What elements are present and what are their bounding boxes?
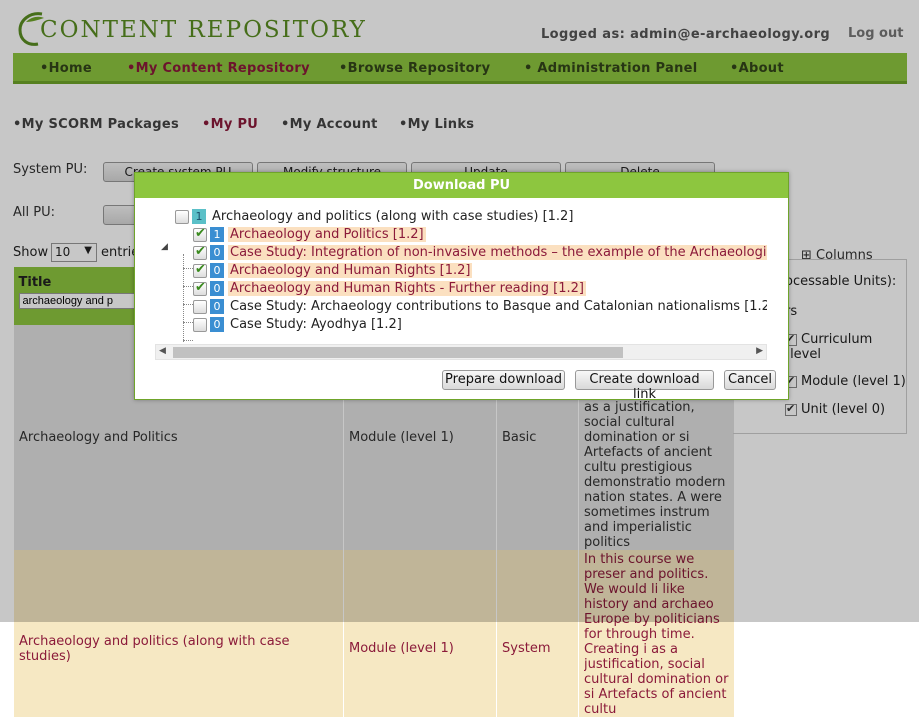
tree-node[interactable]: 0 Archaeology and Human Rights - Further … [193,280,586,297]
scroll-right-icon[interactable]: ▶ [756,346,763,356]
prepare-download-button[interactable]: Prepare download [442,370,565,390]
tree-node-label: Case Study: Archaeology contributions to… [230,299,767,314]
checkbox[interactable] [193,262,207,278]
scrollbar-thumb[interactable] [173,347,623,358]
pu-tree: ◢ 1 Archaeology and politics (along with … [155,206,767,342]
horizontal-scrollbar[interactable]: ◀ ▶ [155,344,767,360]
tree-node-label: Archaeology and Human Rights [1.2] [228,263,473,278]
tree-node-label: Archaeology and Human Rights - Further r… [228,281,586,296]
checkbox[interactable] [175,209,189,224]
tree-branch [183,268,193,269]
level-badge: 0 [210,317,224,332]
tree-branch [183,322,193,323]
level-badge: 0 [210,299,224,314]
dialog-title: Download PU [135,173,788,198]
tree-branch [183,286,193,287]
checkbox[interactable] [193,244,207,260]
tree-node[interactable]: 0 Case Study: Integration of non-invasive… [193,244,767,261]
tree-node-label: Case Study: Integration of non-invasive … [228,245,767,260]
collapse-toggle-icon[interactable]: ◢ [161,242,168,252]
tree-node[interactable]: 0 Case Study: Ayodhya [1.2] [193,317,404,333]
level-badge: 0 [210,263,224,278]
level-badge: 0 [210,281,224,296]
level-badge: 1 [192,209,206,224]
tree-node[interactable]: 0 Case Study: Archaeology contributions t… [193,299,767,315]
tree-branch [183,340,193,341]
tree-node-label: Archaeology and Politics [1.2] [228,227,426,242]
checkbox[interactable] [193,317,207,332]
cancel-button[interactable]: Cancel [724,370,776,390]
tree-node[interactable]: 0 Archaeology and Human Rights [1.2] [193,262,473,279]
level-badge: 0 [210,245,224,260]
level-badge: 1 [210,227,224,242]
tree-node-label: Case Study: Ayodhya [1.2] [230,317,402,332]
create-download-link-button[interactable]: Create download link [575,370,714,402]
tree-branch [183,304,193,305]
scroll-left-icon[interactable]: ◀ [159,346,166,356]
download-pu-dialog: Download PU ◢ 1 Archaeology and politics … [134,172,789,402]
tree-node-label: Archaeology and politics (along with cas… [212,209,574,224]
tree-node[interactable]: 1 Archaeology and Politics [1.2] [193,226,426,243]
checkbox[interactable] [193,226,207,242]
tree-node-root[interactable]: 1 Archaeology and politics (along with ca… [175,209,575,225]
checkbox[interactable] [193,299,207,314]
checkbox[interactable] [193,280,207,296]
